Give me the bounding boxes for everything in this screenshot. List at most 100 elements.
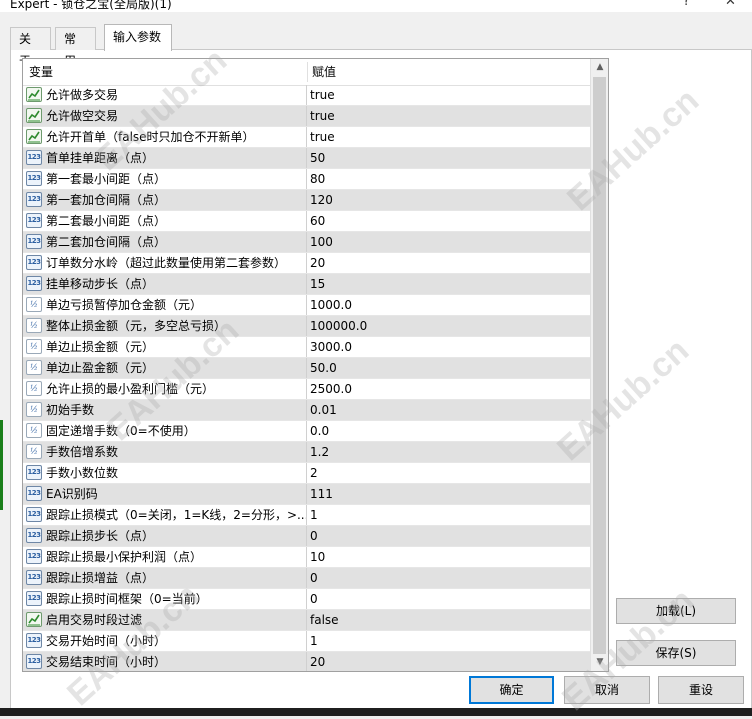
parameter-name-cell[interactable]: ½ 单边亏损暂停加仓金额（元）: [23, 295, 307, 315]
cancel-button[interactable]: 取消: [564, 676, 650, 704]
parameter-row[interactable]: ½ 整体止损金额（元，多空总亏损） 100000.0: [23, 316, 590, 337]
parameter-row[interactable]: ½ 固定递增手数（0=不使用） 0.0: [23, 421, 590, 442]
parameter-row[interactable]: 允许开首单（false时只加仓不开新单） true: [23, 127, 590, 148]
parameter-name-cell[interactable]: ½ 单边止损金额（元）: [23, 337, 307, 357]
parameter-value[interactable]: true: [307, 127, 590, 147]
parameter-value[interactable]: true: [307, 106, 590, 126]
parameter-value[interactable]: 20: [307, 652, 590, 671]
parameter-name-cell[interactable]: 123 第一套加仓间隔（点）: [23, 190, 307, 210]
close-icon[interactable]: ✕: [725, 0, 736, 9]
parameter-row[interactable]: 启用交易时段过滤 false: [23, 610, 590, 631]
reset-button[interactable]: 重设: [658, 676, 744, 704]
tab-inputs[interactable]: 输入参数: [104, 24, 172, 51]
parameter-value[interactable]: 15: [307, 274, 590, 294]
parameter-row[interactable]: 123 EA识别码 111: [23, 484, 590, 505]
parameter-value[interactable]: 100: [307, 232, 590, 252]
parameter-value[interactable]: 50.0: [307, 358, 590, 378]
ok-button[interactable]: 确定: [469, 676, 554, 704]
parameter-value[interactable]: 0.0: [307, 421, 590, 441]
load-button[interactable]: 加载(L): [616, 598, 736, 624]
parameter-name-cell[interactable]: ½ 允许止损的最小盈利门槛（元）: [23, 379, 307, 399]
parameter-name-cell[interactable]: 启用交易时段过滤: [23, 610, 307, 630]
parameter-name-cell[interactable]: 123 跟踪止损增益（点）: [23, 568, 307, 588]
save-button[interactable]: 保存(S): [616, 640, 736, 666]
parameter-name-cell[interactable]: 123 订单数分水岭（超过此数量使用第二套参数）: [23, 253, 307, 273]
parameter-row[interactable]: 123 第一套最小间距（点） 80: [23, 169, 590, 190]
parameter-row[interactable]: 123 第二套加仓间隔（点） 100: [23, 232, 590, 253]
parameter-row[interactable]: 允许做空交易 true: [23, 106, 590, 127]
parameter-row[interactable]: ½ 允许止损的最小盈利门槛（元） 2500.0: [23, 379, 590, 400]
help-icon[interactable]: ?: [683, 0, 690, 9]
parameter-row[interactable]: 123 跟踪止损步长（点） 0: [23, 526, 590, 547]
parameter-row[interactable]: 123 首单挂单距离（点） 50: [23, 148, 590, 169]
parameter-value[interactable]: 120: [307, 190, 590, 210]
parameter-name-cell[interactable]: ½ 初始手数: [23, 400, 307, 420]
header-value[interactable]: 赋值: [312, 59, 336, 85]
parameter-row[interactable]: 允许做多交易 true: [23, 85, 590, 106]
parameter-value[interactable]: 1: [307, 505, 590, 525]
parameter-name-cell[interactable]: 123 跟踪止损模式（0=关闭，1=K线，2=分形，>...: [23, 505, 307, 525]
parameter-name-cell[interactable]: 123 跟踪止损步长（点）: [23, 526, 307, 546]
parameter-value[interactable]: false: [307, 610, 590, 630]
parameter-name-cell[interactable]: 123 交易开始时间（小时）: [23, 631, 307, 651]
parameter-row[interactable]: ½ 单边亏损暂停加仓金额（元） 1000.0: [23, 295, 590, 316]
parameter-value[interactable]: 0: [307, 568, 590, 588]
parameter-value[interactable]: 10: [307, 547, 590, 567]
vertical-scrollbar[interactable]: ▲ ▼: [590, 59, 608, 671]
parameter-value[interactable]: true: [307, 85, 590, 105]
parameter-row[interactable]: 123 手数小数位数 2: [23, 463, 590, 484]
parameter-name-cell[interactable]: 123 首单挂单距离（点）: [23, 148, 307, 168]
parameter-name-cell[interactable]: ½ 单边止盈金额（元）: [23, 358, 307, 378]
parameter-row[interactable]: 123 第一套加仓间隔（点） 120: [23, 190, 590, 211]
parameter-value[interactable]: 0: [307, 526, 590, 546]
parameter-value[interactable]: 3000.0: [307, 337, 590, 357]
parameter-value[interactable]: 20: [307, 253, 590, 273]
scroll-down-icon[interactable]: ▼: [591, 654, 608, 671]
parameter-value[interactable]: 0: [307, 589, 590, 609]
parameter-value[interactable]: 80: [307, 169, 590, 189]
parameter-value[interactable]: 2: [307, 463, 590, 483]
parameter-name-cell[interactable]: 123 跟踪止损最小保护利润（点）: [23, 547, 307, 567]
parameter-name-cell[interactable]: 123 第二套加仓间隔（点）: [23, 232, 307, 252]
header-variable[interactable]: 变量: [29, 59, 53, 85]
parameter-row[interactable]: ½ 手数倍增系数 1.2: [23, 442, 590, 463]
scroll-up-icon[interactable]: ▲: [591, 59, 608, 76]
parameter-value[interactable]: 1: [307, 631, 590, 651]
parameter-name-cell[interactable]: 123 EA识别码: [23, 484, 307, 504]
scrollbar-thumb[interactable]: [593, 77, 606, 654]
parameter-name-cell[interactable]: 允许开首单（false时只加仓不开新单）: [23, 127, 307, 147]
parameter-value[interactable]: 1000.0: [307, 295, 590, 315]
parameter-row[interactable]: 123 第二套最小间距（点） 60: [23, 211, 590, 232]
parameter-name-cell[interactable]: 123 跟踪止损时间框架（0=当前）: [23, 589, 307, 609]
parameter-name-cell[interactable]: ½ 整体止损金额（元，多空总亏损）: [23, 316, 307, 336]
parameter-name-cell[interactable]: 允许做空交易: [23, 106, 307, 126]
parameter-name-cell[interactable]: 123 第一套最小间距（点）: [23, 169, 307, 189]
parameter-name-cell[interactable]: ½ 固定递增手数（0=不使用）: [23, 421, 307, 441]
parameter-row[interactable]: 123 交易开始时间（小时） 1: [23, 631, 590, 652]
parameter-value[interactable]: 111: [307, 484, 590, 504]
parameter-value[interactable]: 100000.0: [307, 316, 590, 336]
parameter-value[interactable]: 60: [307, 211, 590, 231]
parameter-name-cell[interactable]: 123 交易结束时间（小时）: [23, 652, 307, 671]
parameter-row[interactable]: ½ 单边止损金额（元） 3000.0: [23, 337, 590, 358]
tab-common[interactable]: 常用: [55, 27, 96, 68]
parameter-row[interactable]: ½ 单边止盈金额（元） 50.0: [23, 358, 590, 379]
parameter-value[interactable]: 2500.0: [307, 379, 590, 399]
parameter-row[interactable]: 123 交易结束时间（小时） 20: [23, 652, 590, 671]
parameter-name-cell[interactable]: 123 手数小数位数: [23, 463, 307, 483]
parameter-row[interactable]: 123 挂单移动步长（点） 15: [23, 274, 590, 295]
parameter-name-cell[interactable]: 123 第二套最小间距（点）: [23, 211, 307, 231]
parameter-row[interactable]: 123 跟踪止损最小保护利润（点） 10: [23, 547, 590, 568]
parameter-name-cell[interactable]: ½ 手数倍增系数: [23, 442, 307, 462]
parameter-value[interactable]: 50: [307, 148, 590, 168]
parameter-row[interactable]: 123 订单数分水岭（超过此数量使用第二套参数） 20: [23, 253, 590, 274]
parameter-row[interactable]: 123 跟踪止损时间框架（0=当前） 0: [23, 589, 590, 610]
parameter-row[interactable]: 123 跟踪止损增益（点） 0: [23, 568, 590, 589]
parameter-name-cell[interactable]: 123 挂单移动步长（点）: [23, 274, 307, 294]
header-divider[interactable]: [307, 62, 308, 82]
tab-about[interactable]: 关于: [10, 27, 51, 68]
parameter-row[interactable]: ½ 初始手数 0.01: [23, 400, 590, 421]
parameter-row[interactable]: 123 跟踪止损模式（0=关闭，1=K线，2=分形，>... 1: [23, 505, 590, 526]
parameter-name-cell[interactable]: 允许做多交易: [23, 85, 307, 105]
parameter-value[interactable]: 1.2: [307, 442, 590, 462]
